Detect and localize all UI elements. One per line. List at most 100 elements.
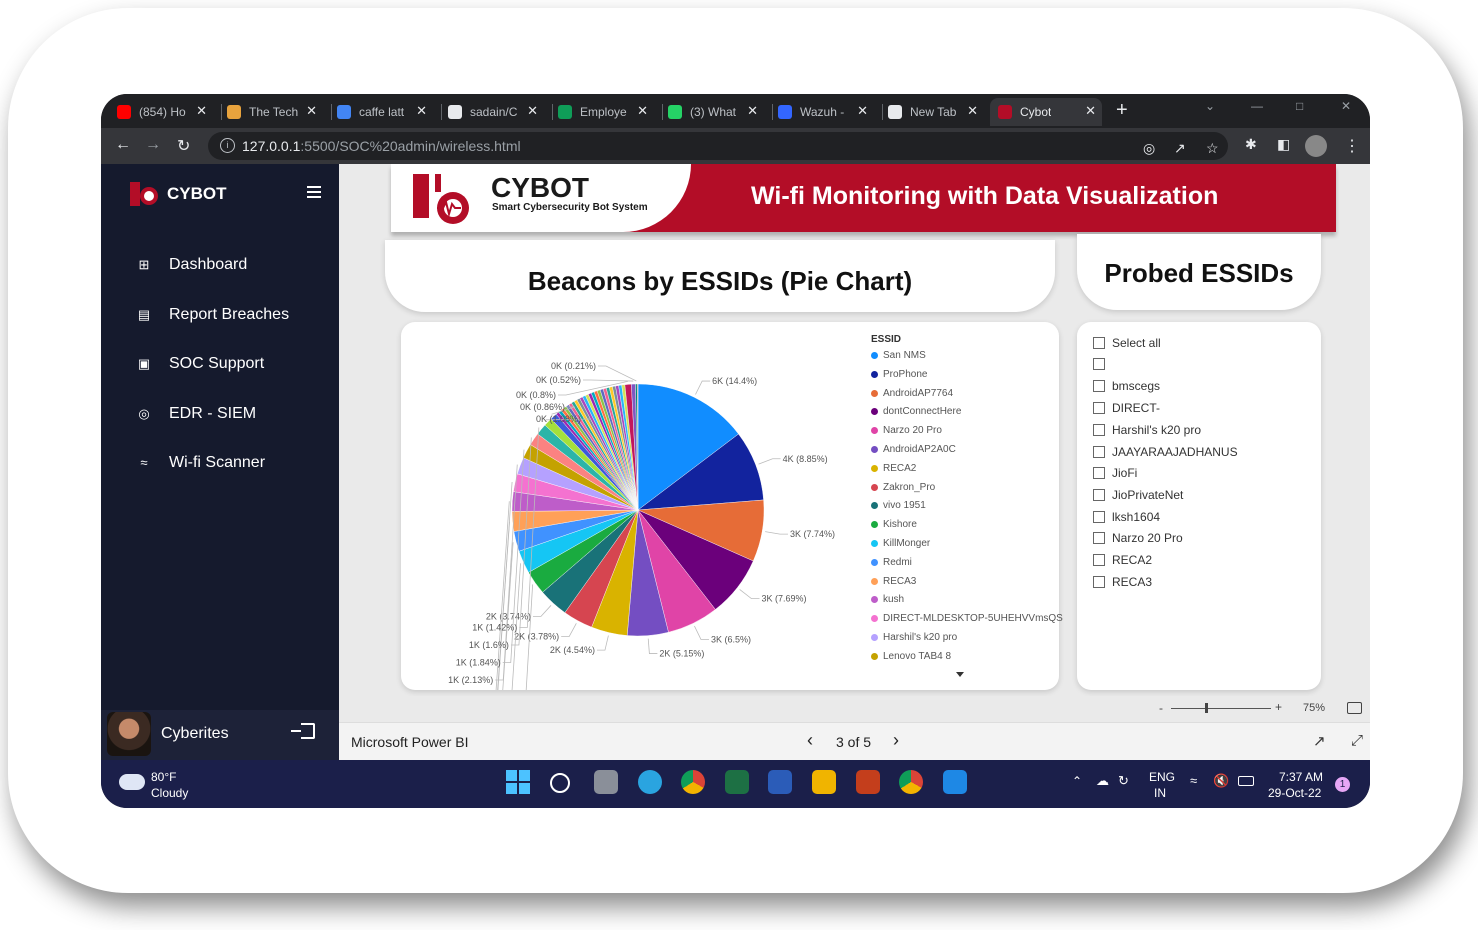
sidebar-item-dashboard[interactable]: ⊞ Dashboard xyxy=(137,256,248,274)
zoom-slider-thumb[interactable] xyxy=(1205,703,1208,713)
excel-icon[interactable] xyxy=(725,770,749,794)
pie-chart[interactable]: 6K (14.4%) 4K (8.85%) 3K (7.74%) 3K (7.69%)… xyxy=(401,322,861,690)
onedrive-icon[interactable]: ☁ xyxy=(1096,773,1109,789)
browser-tab[interactable]: The Tech ✕ xyxy=(219,98,323,126)
site-info-icon[interactable]: i xyxy=(220,138,235,153)
close-tab-icon[interactable]: ✕ xyxy=(1085,103,1096,119)
task-view-icon[interactable] xyxy=(594,770,618,794)
forward-icon[interactable]: → xyxy=(145,136,161,154)
chrome-active-icon[interactable] xyxy=(899,770,923,794)
slicer-option[interactable]: JAAYARAAJADHANUS xyxy=(1093,445,1238,459)
checkbox[interactable] xyxy=(1093,575,1105,588)
browser-tab[interactable]: sadain/C ✕ xyxy=(440,98,544,126)
checkbox[interactable] xyxy=(1093,488,1105,501)
zoom-slider-track[interactable] xyxy=(1171,708,1271,709)
close-tab-icon[interactable]: ✕ xyxy=(857,103,868,119)
legend-item[interactable]: Lenovo TAB4 8 xyxy=(871,651,951,662)
slicer-option[interactable]: RECA3 xyxy=(1093,575,1152,589)
close-tab-icon[interactable]: ✕ xyxy=(196,103,207,119)
fullscreen-icon[interactable]: ⤢ xyxy=(1351,732,1363,749)
browser-tab[interactable]: caffe latt ✕ xyxy=(329,98,433,126)
eye-off-icon[interactable]: ◎ xyxy=(1143,140,1155,157)
browser-tab[interactable]: (854) Ho ✕ xyxy=(109,98,213,126)
legend-item[interactable]: DIRECT-MLDESKTOP-5UHEHVVmsQS xyxy=(871,613,1063,624)
legend-item[interactable]: Redmi xyxy=(871,557,912,568)
tray-chevron-icon[interactable]: ⌃ xyxy=(1072,774,1082,788)
word-icon[interactable] xyxy=(768,770,792,794)
legend-item[interactable]: ProPhone xyxy=(871,369,927,380)
legend-item[interactable]: Narzo 20 Pro xyxy=(871,425,942,436)
prev-page-icon[interactable]: ‹ xyxy=(807,730,813,751)
browser-tab[interactable]: Employe ✕ xyxy=(550,98,654,126)
zoom-out-icon[interactable]: - xyxy=(1159,701,1163,715)
slicer-option[interactable]: bmscegs xyxy=(1093,379,1160,393)
sidebar-item-report-breaches[interactable]: ▤ Report Breaches xyxy=(137,306,289,324)
sidebar-item-soc-support[interactable]: ▣ SOC Support xyxy=(137,355,264,373)
extensions-icon[interactable]: ✱ xyxy=(1245,136,1257,153)
windows-start-icon[interactable] xyxy=(506,770,530,794)
sync-icon[interactable]: ↻ xyxy=(1118,773,1129,789)
legend-item[interactable]: AndroidAP7764 xyxy=(871,388,953,399)
menu-kebab-icon[interactable]: ⋮ xyxy=(1344,136,1360,156)
vscode-icon[interactable] xyxy=(943,770,967,794)
legend-item[interactable]: Zakron_Pro xyxy=(871,482,935,493)
minimize-icon[interactable]: — xyxy=(1251,99,1263,113)
language[interactable]: ENG xyxy=(1149,770,1175,784)
checkbox[interactable] xyxy=(1093,423,1105,436)
powerpoint-icon[interactable] xyxy=(856,770,880,794)
tab-search-icon[interactable]: ⌄ xyxy=(1205,99,1215,113)
edge-icon[interactable] xyxy=(638,770,662,794)
legend-item[interactable]: RECA3 xyxy=(871,576,916,587)
legend-item[interactable]: KillMonger xyxy=(871,538,930,549)
legend-item[interactable]: San NMS xyxy=(871,350,926,361)
slicer-option[interactable]: RECA2 xyxy=(1093,553,1152,567)
slicer-option[interactable]: DIRECT- xyxy=(1093,401,1160,415)
legend-item[interactable]: Kishore xyxy=(871,519,917,530)
fit-to-page-icon[interactable] xyxy=(1347,702,1362,714)
legend-item[interactable]: vivo 1951 xyxy=(871,500,926,511)
legend-item[interactable]: dontConnectHere xyxy=(871,406,961,417)
maximize-icon[interactable]: □ xyxy=(1296,99,1303,113)
checkbox[interactable] xyxy=(1093,402,1105,415)
bookmark-star-icon[interactable]: ☆ xyxy=(1206,140,1219,157)
slicer-option[interactable] xyxy=(1093,357,1112,370)
address-bar[interactable]: i 127.0.0.1:5500/SOC%20admin/wireless.ht… xyxy=(208,132,1228,160)
browser-tab[interactable]: Wazuh - ✕ xyxy=(770,98,874,126)
back-icon[interactable]: ← xyxy=(115,136,131,154)
close-tab-icon[interactable]: ✕ xyxy=(967,103,978,119)
checkbox[interactable] xyxy=(1093,357,1105,370)
zoom-in-icon[interactable]: + xyxy=(1275,700,1282,714)
region[interactable]: IN xyxy=(1154,786,1166,800)
notification-badge[interactable]: 1 xyxy=(1335,777,1350,792)
search-icon[interactable] xyxy=(550,773,570,793)
close-tab-icon[interactable]: ✕ xyxy=(306,103,317,119)
checkbox[interactable] xyxy=(1093,554,1105,566)
legend-item[interactable]: AndroidAP2A0C xyxy=(871,444,956,455)
hamburger-menu-icon[interactable] xyxy=(307,186,321,198)
close-tab-icon[interactable]: ✕ xyxy=(416,103,427,119)
slicer-option[interactable]: lksh1604 xyxy=(1093,510,1160,524)
file-explorer-icon[interactable] xyxy=(812,770,836,794)
slicer-option[interactable]: Select all xyxy=(1093,336,1161,350)
slicer-option[interactable]: Harshil's k20 pro xyxy=(1093,423,1201,437)
reload-icon[interactable]: ↻ xyxy=(177,136,190,156)
checkbox[interactable] xyxy=(1093,337,1105,349)
sidebar-item-edr-siem[interactable]: ◎ EDR - SIEM xyxy=(137,405,256,423)
legend-item[interactable]: RECA2 xyxy=(871,463,916,474)
slicer-option[interactable]: Narzo 20 Pro xyxy=(1093,531,1183,545)
close-tab-icon[interactable]: ✕ xyxy=(527,103,538,119)
checkbox[interactable] xyxy=(1093,467,1105,480)
next-page-icon[interactable]: › xyxy=(893,730,899,751)
checkbox[interactable] xyxy=(1093,510,1105,523)
browser-tab[interactable]: Cybot ✕ xyxy=(990,98,1102,126)
clock-date[interactable]: 29-Oct-22 xyxy=(1268,786,1321,800)
browser-tab[interactable]: (3) What ✕ xyxy=(660,98,764,126)
clock-time[interactable]: 7:37 AM xyxy=(1279,770,1323,784)
side-panel-icon[interactable]: ◧ xyxy=(1277,136,1290,153)
chrome-icon[interactable] xyxy=(681,770,705,794)
share-icon[interactable]: ↗ xyxy=(1174,140,1186,157)
legend-scroll-down-icon[interactable] xyxy=(956,672,964,677)
profile-avatar-icon[interactable] xyxy=(1305,135,1327,157)
slicer-option[interactable]: JioPrivateNet xyxy=(1093,488,1183,502)
volume-muted-icon[interactable]: 🔇 xyxy=(1213,773,1229,789)
